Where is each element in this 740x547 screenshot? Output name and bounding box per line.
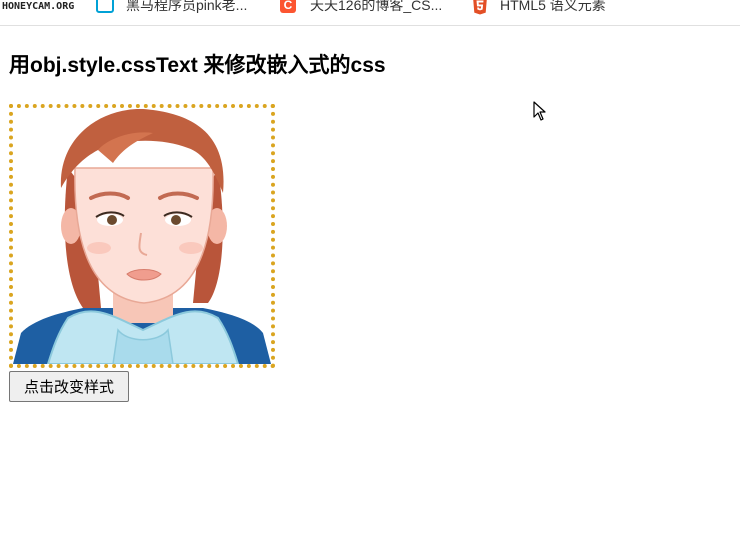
mouse-cursor-icon	[533, 101, 546, 121]
portrait-image	[9, 104, 275, 368]
watermark: HONEYCAM.ORG	[2, 1, 75, 12]
cartoon-portrait	[13, 108, 271, 364]
change-style-button[interactable]: 点击改变样式	[9, 371, 129, 402]
bookmarks-bar: HONEYCAM.ORG 黑马程序员pink老... C 天天126的博客_CS…	[0, 0, 740, 26]
bookmark-label: HTML5 语义元素	[500, 0, 606, 13]
bilibili-icon	[96, 0, 114, 13]
bookmark-csdn-blog[interactable]: C 天天126的博客_CS...	[280, 0, 442, 16]
bookmark-label: 天天126的博客_CS...	[310, 0, 443, 13]
bookmark-html5[interactable]: HTML5 语义元素	[472, 0, 606, 16]
bookmark-pink-teacher[interactable]: 黑马程序员pink老...	[96, 0, 247, 16]
bookmark-label: 黑马程序员pink老...	[126, 0, 248, 13]
html5-icon	[472, 0, 488, 15]
csdn-icon: C	[280, 0, 296, 13]
page-title: 用obj.style.cssText 来修改嵌入式的css	[9, 54, 386, 77]
